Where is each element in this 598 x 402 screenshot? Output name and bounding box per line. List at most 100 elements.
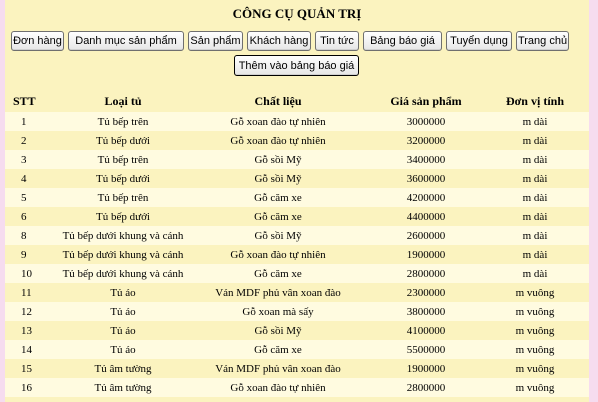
cell-unit: m dài [481,150,589,169]
cell-price: 3000000 [371,112,481,131]
cell-cabinet-type: Tủ bếp dưới [61,131,185,150]
cell-price: 5500000 [371,340,481,359]
cell-stt: 8 [5,226,61,245]
cell-cabinet-type: Tủ áo [61,302,185,321]
cell-material: Gỗ xoan đào tự nhiên [185,131,371,150]
cell-unit: m dài [481,226,589,245]
cell-material: Gỗ căm xe [185,188,371,207]
cell-unit: m vuông [481,283,589,302]
cell-cabinet-type: Tủ âm tường [61,378,185,397]
cell-stt: 15 [5,359,61,378]
cell-price: 3800000 [371,302,481,321]
column-header-cabinet-type: Loại tủ [104,93,142,108]
cell-cabinet-type: Tủ bếp dưới [61,169,185,188]
cell-unit: m dài [481,169,589,188]
menu-products-button[interactable]: Sản phẩm [188,31,243,51]
table-row: 15 Tủ âm tường Ván MDF phủ vân xoan đào 190… [5,359,589,378]
admin-panel: CÔNG CỤ QUẢN TRỊ Đơn hàng Danh mục sản p… [5,0,589,402]
cell-price: 3400000 [371,150,481,169]
cell-stt: 2 [5,131,61,150]
cell-unit: m dài [481,131,589,150]
cell-price: 2600000 [371,226,481,245]
cell-price: 4200000 [371,188,481,207]
column-header-material: Chất liệu [254,93,302,108]
cell-material: Ván MDF phủ vân xoan đào [185,283,371,302]
cell-material: Gỗ xoan mà sấy [185,302,371,321]
menu-customers-button[interactable]: Khách hàng [247,31,311,51]
menu-home-button[interactable]: Trang chủ [516,31,569,51]
cell-stt: 13 [5,321,61,340]
cell-unit: m vuông [481,340,589,359]
cell-stt: 5 [5,188,61,207]
cell-stt: 4 [5,169,61,188]
table-row: 14 Tủ áo Gỗ căm xe 5500000 m vuông [5,340,589,359]
cell-material: Gỗ sồi Mỹ [185,321,371,340]
cell-cabinet-type: Tủ áo [61,321,185,340]
cell-material: Gỗ sồi Mỹ [185,169,371,188]
cell-price: 3200000 [371,131,481,150]
page-title: CÔNG CỤ QUẢN TRỊ [232,6,362,21]
table-row: 16 Tủ âm tường Gỗ xoan đào tự nhiên 2800000… [5,378,589,397]
table-row: 3 Tủ bếp trên Gỗ sồi Mỹ 3400000 m dài [5,150,589,169]
price-table: STT Loại tủ Chất liệu Giá sản phẩm Đơn v… [5,90,589,397]
cell-unit: m dài [481,245,589,264]
table-row: 9 Tủ bếp dưới khung và cánh Gỗ xoan đào tự… [5,245,589,264]
cell-stt: 11 [5,283,61,302]
cell-unit: m vuông [481,378,589,397]
cell-stt: 14 [5,340,61,359]
table-row: 8 Tủ bếp dưới khung và cánh Gỗ sồi Mỹ 26000… [5,226,589,245]
cell-material: Gỗ sồi Mỹ [185,150,371,169]
cell-price: 2800000 [371,378,481,397]
table-row: 12 Tủ áo Gỗ xoan mà sấy 3800000 m vuông [5,302,589,321]
column-header-price: Giá sản phẩm [390,93,462,108]
cell-unit: m vuông [481,321,589,340]
cell-cabinet-type: Tủ áo [61,283,185,302]
cell-price: 1900000 [371,245,481,264]
cell-price: 4100000 [371,321,481,340]
cell-unit: m vuông [481,359,589,378]
cell-price: 4400000 [371,207,481,226]
cell-unit: m vuông [481,302,589,321]
menu-recruitment-button[interactable]: Tuyển dụng [446,31,512,51]
column-header-unit: Đơn vị tính [506,93,564,108]
menu-price-list-button[interactable]: Bảng báo giá [363,31,442,51]
table-row: 5 Tủ bếp trên Gỗ căm xe 4200000 m dài [5,188,589,207]
table-row: 10 Tủ bếp dưới khung và cánh Gỗ căm xe 2800… [5,264,589,283]
table-row: 2 Tủ bếp dưới Gỗ xoan đào tự nhiên 3200000 m… [5,131,589,150]
table-row: 6 Tủ bếp dưới Gỗ căm xe 4400000 m dài [5,207,589,226]
cell-price: 2800000 [371,264,481,283]
table-row: 1 Tủ bếp trên Gỗ xoan đào tự nhiên 3000000 m… [5,112,589,131]
menu-news-button[interactable]: Tin tức [315,31,359,51]
cell-material: Gỗ xoan đào tự nhiên [185,112,371,131]
cell-cabinet-type: Tủ bếp trên [61,188,185,207]
cell-material: Gỗ xoan đào tự nhiên [185,378,371,397]
cell-unit: m dài [481,264,589,283]
price-table-container: STT Loại tủ Chất liệu Giá sản phẩm Đơn v… [5,90,589,397]
cell-cabinet-type: Tủ bếp dưới khung và cánh [61,264,185,283]
table-row: 11 Tủ áo Ván MDF phủ vân xoan đào 2300000 m … [5,283,589,302]
add-to-price-list-button[interactable]: Thêm vào bảng báo giá [234,55,359,76]
cell-price: 3600000 [371,169,481,188]
cell-unit: m dài [481,112,589,131]
cell-cabinet-type: Tủ bếp dưới khung và cánh [61,226,185,245]
cell-material: Gỗ căm xe [185,340,371,359]
cell-stt: 9 [5,245,61,264]
menu-product-categories-button[interactable]: Danh mục sản phẩm [68,31,184,51]
cell-material: Gỗ căm xe [185,207,371,226]
table-row: 13 Tủ áo Gỗ sồi Mỹ 4100000 m vuông [5,321,589,340]
cell-material: Gỗ xoan đào tự nhiên [185,245,371,264]
cell-price: 2300000 [371,283,481,302]
cell-cabinet-type: Tủ bếp dưới [61,207,185,226]
table-row: 4 Tủ bếp dưới Gỗ sồi Mỹ 3600000 m dài [5,169,589,188]
cell-material: Ván MDF phủ vân xoan đào [185,359,371,378]
cell-material: Gỗ căm xe [185,264,371,283]
cell-cabinet-type: Tủ bếp trên [61,150,185,169]
cell-stt: 6 [5,207,61,226]
cell-stt: 12 [5,302,61,321]
column-header-stt: STT [13,93,36,108]
menu-orders-button[interactable]: Đơn hàng [11,31,64,51]
cell-cabinet-type: Tủ áo [61,340,185,359]
cell-stt: 16 [5,378,61,397]
cell-stt: 1 [5,112,61,131]
table-header-row: STT Loại tủ Chất liệu Giá sản phẩm Đơn v… [5,90,589,112]
